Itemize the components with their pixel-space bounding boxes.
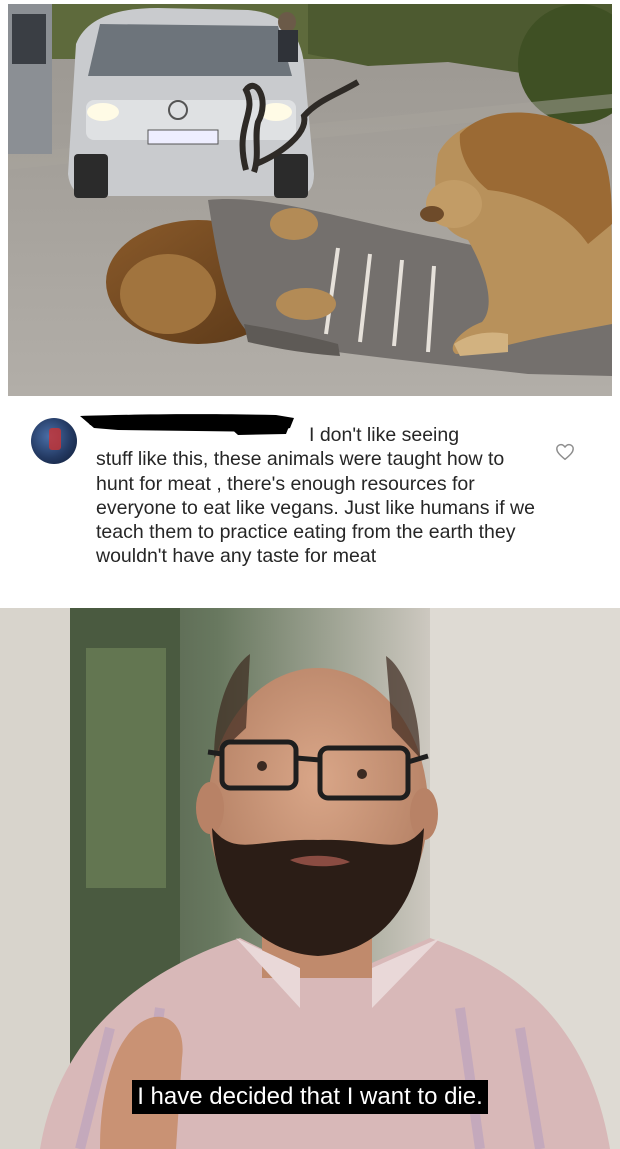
comment-block: I don't like seeing stuff like this, the… [0,396,620,608]
subtitle-text: I have decided that I want to die. [132,1080,488,1114]
comment-text: I don't like seeing stuff like this, the… [96,423,536,569]
man-reaction-illustration [0,608,620,1149]
lion-kudu-illustration [8,4,612,396]
comment-text-body: stuff like this, these animals were taug… [96,448,535,568]
subtitle-caption: I have decided that I want to die. [0,1080,620,1114]
man-reaction-photo: I have decided that I want to die. [0,608,620,1149]
commenter-avatar[interactable] [31,418,77,464]
lion-kudu-photo [8,4,612,396]
heart-icon[interactable] [555,443,575,461]
comment-text-line1: I don't like seeing [309,424,460,446]
meme-canvas: I don't like seeing stuff like this, the… [0,0,620,1149]
